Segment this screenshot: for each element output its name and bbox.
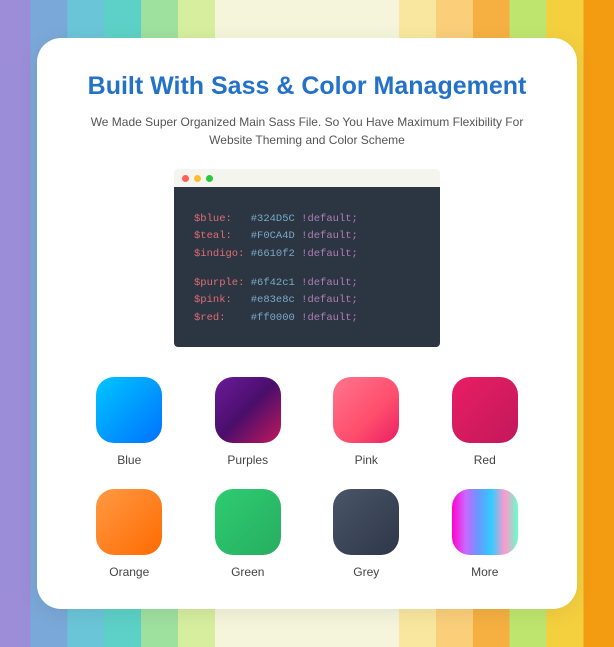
page-title: Built With Sass & Color Management bbox=[77, 72, 537, 101]
code-line: $indigo: #6610f2 !default; bbox=[194, 246, 420, 263]
window-maximize-icon bbox=[206, 175, 213, 182]
code-line: $red: #ff0000 !default; bbox=[194, 310, 420, 327]
swatch-color-green bbox=[215, 489, 281, 555]
swatch-color-blue bbox=[96, 377, 162, 443]
code-window-header bbox=[174, 169, 440, 187]
swatch-item-green[interactable]: Green bbox=[206, 489, 291, 579]
swatch-color-orange bbox=[96, 489, 162, 555]
swatch-label: Blue bbox=[117, 453, 141, 467]
code-body: $blue: #324D5C !default;$teal: #F0CA4D !… bbox=[174, 187, 440, 347]
swatch-label: More bbox=[471, 565, 498, 579]
code-line: $teal: #F0CA4D !default; bbox=[194, 228, 420, 245]
swatch-grid: Blue Purples Pink Red Orange Green Grey More bbox=[77, 377, 537, 579]
swatch-color-red bbox=[452, 377, 518, 443]
swatch-item-blue[interactable]: Blue bbox=[87, 377, 172, 467]
swatch-color-pink bbox=[333, 377, 399, 443]
code-window: $blue: #324D5C !default;$teal: #F0CA4D !… bbox=[174, 169, 440, 347]
code-line: $pink: #e83e8c !default; bbox=[194, 292, 420, 309]
swatch-label: Grey bbox=[353, 565, 379, 579]
swatch-label: Green bbox=[231, 565, 264, 579]
swatch-color-purples bbox=[215, 377, 281, 443]
code-line: $purple: #6f42c1 !default; bbox=[194, 275, 420, 292]
main-card: Built With Sass & Color Management We Ma… bbox=[37, 38, 577, 609]
window-minimize-icon bbox=[194, 175, 201, 182]
swatch-item-grey[interactable]: Grey bbox=[324, 489, 409, 579]
swatch-item-pink[interactable]: Pink bbox=[324, 377, 409, 467]
swatch-color-grey bbox=[333, 489, 399, 555]
swatch-item-purples[interactable]: Purples bbox=[206, 377, 291, 467]
swatch-item-more[interactable]: More bbox=[443, 489, 528, 579]
page-subtitle: We Made Super Organized Main Sass File. … bbox=[87, 113, 527, 149]
swatch-label: Pink bbox=[355, 453, 378, 467]
swatch-label: Purples bbox=[227, 453, 268, 467]
swatch-label: Orange bbox=[109, 565, 149, 579]
code-line: $blue: #324D5C !default; bbox=[194, 211, 420, 228]
swatch-color-more bbox=[452, 489, 518, 555]
swatch-item-red[interactable]: Red bbox=[443, 377, 528, 467]
swatch-label: Red bbox=[474, 453, 496, 467]
window-close-icon bbox=[182, 175, 189, 182]
swatch-item-orange[interactable]: Orange bbox=[87, 489, 172, 579]
